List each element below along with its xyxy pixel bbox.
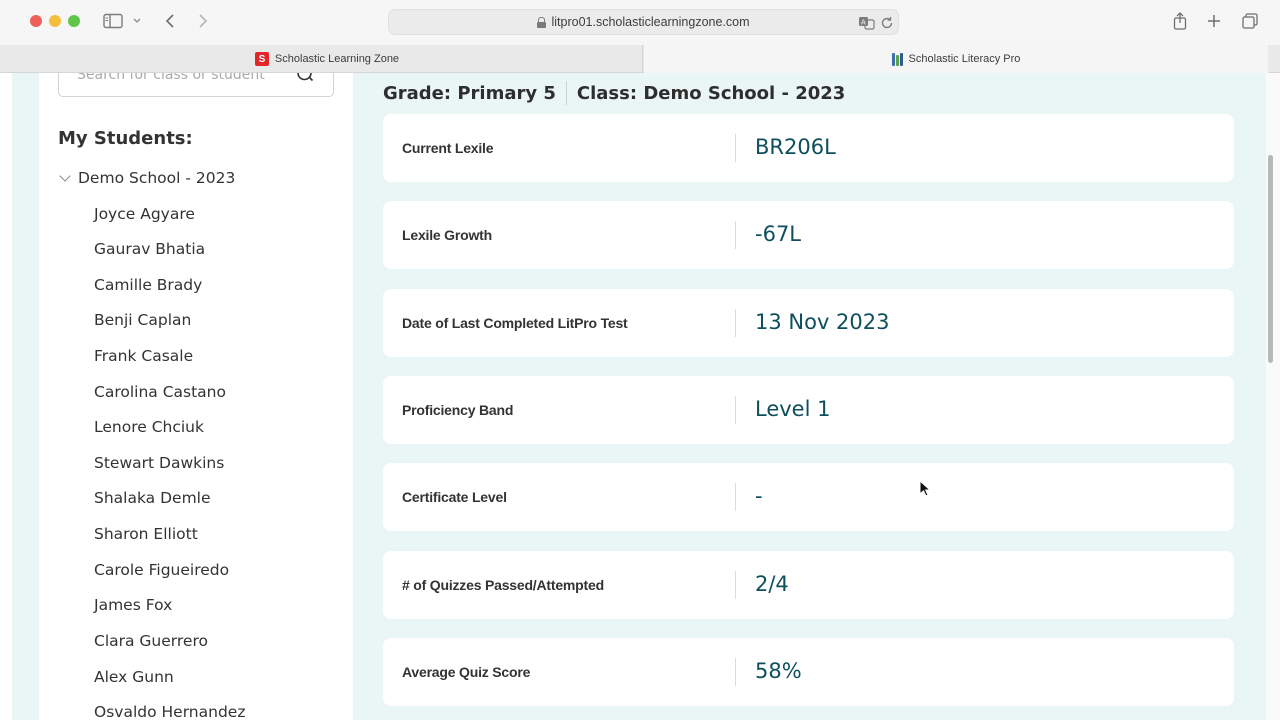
mouse-cursor-icon bbox=[919, 480, 932, 497]
student-item[interactable]: James Fox bbox=[94, 596, 172, 614]
stat-card-average-quiz-score: Average Quiz Score 58% bbox=[383, 638, 1234, 706]
student-item[interactable]: Stewart Dawkins bbox=[94, 454, 224, 472]
student-item[interactable]: Lenore Chciuk bbox=[94, 418, 204, 436]
search-box[interactable] bbox=[58, 73, 334, 97]
student-item[interactable]: Osvaldo Hernandez bbox=[94, 703, 245, 720]
card-divider bbox=[735, 221, 736, 249]
stat-label: # of Quizzes Passed/Attempted bbox=[402, 577, 604, 593]
student-item[interactable]: Alex Gunn bbox=[94, 668, 174, 686]
minimize-window-button[interactable] bbox=[49, 15, 61, 27]
stat-label: Lexile Growth bbox=[402, 227, 492, 243]
stat-value: 2/4 bbox=[755, 572, 789, 596]
stat-card-proficiency-band: Proficiency Band Level 1 bbox=[383, 376, 1234, 444]
student-item[interactable]: Carole Figueiredo bbox=[94, 561, 229, 579]
scrollbar-thumb[interactable] bbox=[1268, 155, 1273, 363]
card-divider bbox=[735, 571, 736, 599]
student-item[interactable]: Shalaka Demle bbox=[94, 489, 211, 507]
student-item[interactable]: Joyce Agyare bbox=[94, 205, 195, 223]
stat-value: 58% bbox=[755, 659, 802, 683]
student-item[interactable]: Benji Caplan bbox=[94, 311, 191, 329]
books-icon bbox=[891, 52, 903, 66]
zoom-window-button[interactable] bbox=[68, 15, 80, 27]
tab-scholastic-learning-zone[interactable]: S Scholastic Learning Zone bbox=[12, 45, 643, 73]
scholastic-logo-icon: S bbox=[254, 52, 269, 66]
svg-text:A: A bbox=[861, 19, 866, 27]
stat-value: 13 Nov 2023 bbox=[755, 310, 890, 334]
new-tab-icon[interactable] bbox=[1204, 10, 1224, 32]
class-name: Demo School - 2023 bbox=[78, 169, 236, 187]
student-item[interactable]: Sharon Elliott bbox=[94, 525, 198, 543]
grade-label: Grade: Primary 5 bbox=[383, 82, 556, 104]
student-item[interactable]: Clara Guerrero bbox=[94, 632, 208, 650]
stat-label: Average Quiz Score bbox=[402, 664, 531, 680]
tab-overview-icon[interactable] bbox=[1240, 10, 1260, 32]
tab-scholastic-literacy-pro[interactable]: Scholastic Literacy Pro bbox=[644, 45, 1268, 73]
address-bar[interactable]: litpro01.scholasticlearningzone.com A bbox=[388, 9, 899, 35]
card-divider bbox=[735, 309, 736, 337]
search-icon[interactable] bbox=[296, 73, 314, 83]
stat-card-lexile-growth: Lexile Growth -67L bbox=[383, 201, 1234, 269]
card-divider bbox=[735, 396, 736, 424]
page-content: My Students: Demo School - 2023 Joyce Ag… bbox=[12, 73, 1266, 720]
lock-icon bbox=[537, 17, 547, 28]
close-window-button[interactable] bbox=[30, 15, 42, 27]
stat-card-certificate-level: Certificate Level - bbox=[383, 463, 1234, 531]
stat-value: Level 1 bbox=[755, 397, 831, 421]
share-icon[interactable] bbox=[1170, 10, 1190, 32]
stat-label: Certificate Level bbox=[402, 489, 507, 505]
class-tree-item[interactable]: Demo School - 2023 bbox=[58, 169, 235, 187]
stat-label: Proficiency Band bbox=[402, 402, 514, 418]
student-sidebar: My Students: Demo School - 2023 Joyce Ag… bbox=[39, 73, 353, 720]
stat-card-quizzes-passed: # of Quizzes Passed/Attempted 2/4 bbox=[383, 551, 1234, 619]
stat-value: -67L bbox=[755, 222, 801, 246]
stat-value: BR206L bbox=[755, 135, 836, 159]
stat-card-current-lexile: Current Lexile BR206L bbox=[383, 114, 1234, 182]
stat-value: - bbox=[755, 484, 763, 508]
my-students-heading: My Students: bbox=[58, 128, 193, 149]
tab-bar: S Scholastic Learning Zone Scholastic Li… bbox=[0, 45, 1280, 73]
browser-toolbar: litpro01.scholasticlearningzone.com A bbox=[0, 0, 1280, 45]
student-item[interactable]: Frank Casale bbox=[94, 347, 193, 365]
student-item[interactable]: Camille Brady bbox=[94, 276, 202, 294]
chevron-down-icon[interactable] bbox=[59, 170, 71, 182]
card-divider bbox=[735, 483, 736, 511]
class-header: Grade: Primary 5 Class: Demo School - 20… bbox=[383, 81, 845, 105]
reload-icon[interactable] bbox=[878, 12, 896, 34]
chevron-down-icon[interactable] bbox=[130, 10, 144, 32]
search-input[interactable] bbox=[77, 73, 287, 83]
card-divider bbox=[735, 658, 736, 686]
stat-card-last-test-date: Date of Last Completed LitPro Test 13 No… bbox=[383, 289, 1234, 357]
student-item[interactable]: Carolina Castano bbox=[94, 383, 226, 401]
tab-label: Scholastic Learning Zone bbox=[274, 53, 400, 65]
stat-label: Current Lexile bbox=[402, 140, 494, 156]
header-divider bbox=[565, 81, 567, 105]
page-scrollbar[interactable] bbox=[1266, 73, 1280, 720]
stat-label: Date of Last Completed LitPro Test bbox=[402, 315, 628, 331]
translate-icon[interactable]: A bbox=[857, 12, 877, 34]
class-label: Class: Demo School - 2023 bbox=[576, 82, 846, 104]
back-icon[interactable] bbox=[160, 10, 180, 32]
student-item[interactable]: Gaurav Bhatia bbox=[94, 240, 205, 258]
forward-icon[interactable] bbox=[193, 10, 213, 32]
tab-label: Scholastic Literacy Pro bbox=[908, 53, 1021, 65]
sidebar-toggle-icon[interactable] bbox=[101, 10, 125, 32]
card-divider bbox=[735, 134, 736, 162]
address-text: litpro01.scholasticlearningzone.com bbox=[551, 15, 750, 29]
